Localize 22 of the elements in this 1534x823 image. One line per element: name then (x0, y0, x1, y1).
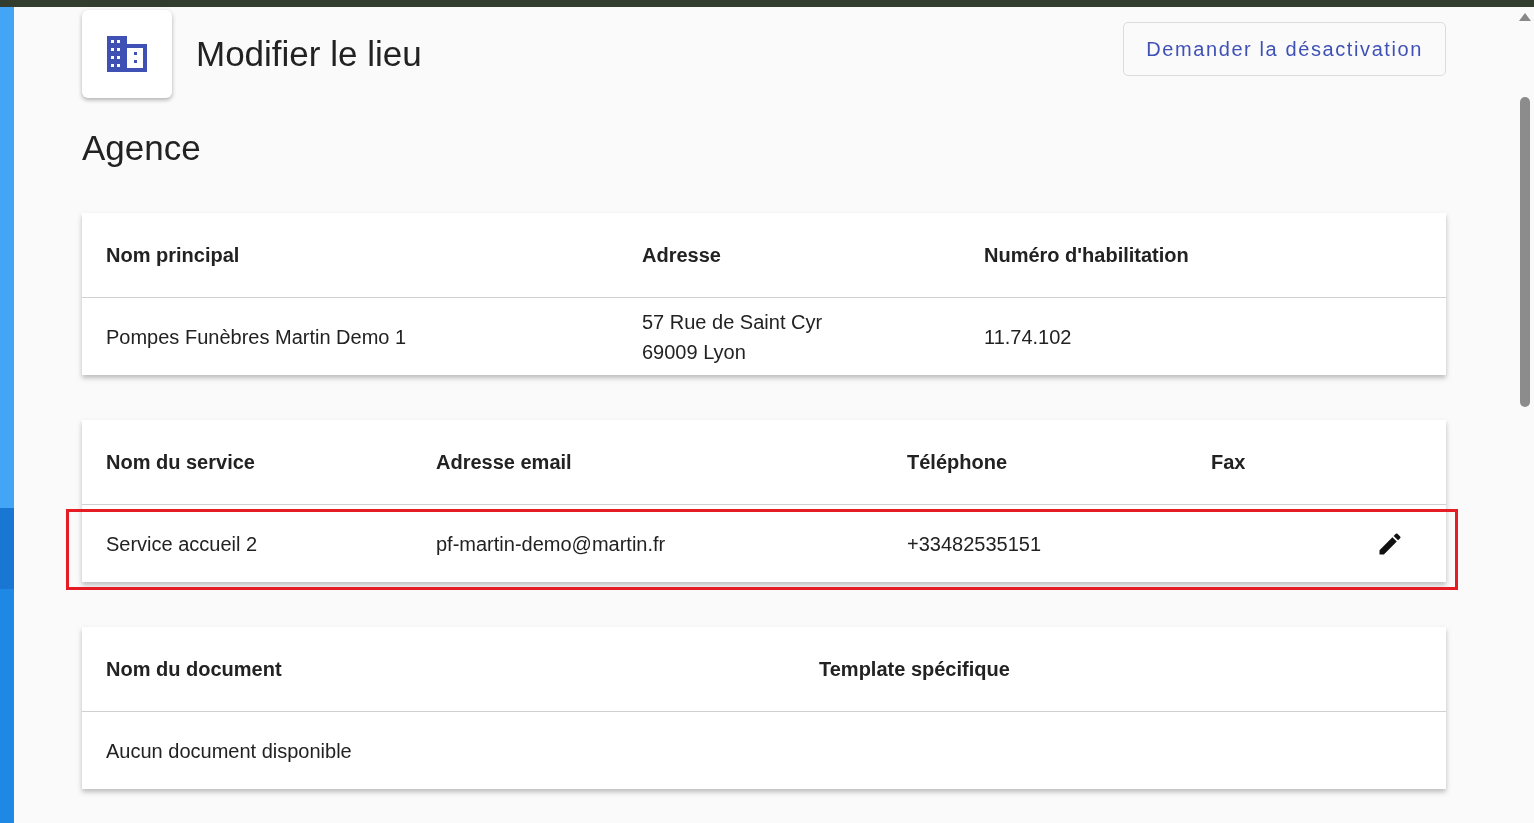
column-header: Adresse (642, 243, 722, 267)
column-header: Template spécifique (819, 657, 1011, 681)
table-cell-text: Pompes Funèbres Martin Demo 1 (106, 324, 408, 350)
table-cell-text: 57 Rue de Saint Cyr 69009 Lyon (642, 309, 824, 365)
column-header: Numéro d'habilitation (984, 243, 1190, 267)
column-header: Fax (1211, 450, 1247, 474)
table-cell-text: Service accueil 2 (106, 531, 259, 557)
column-header: Nom du document (106, 657, 283, 681)
section-title: Agence (82, 128, 202, 168)
column-header: Nom du service (106, 450, 256, 474)
table-cell-text: 11.74.102 (984, 324, 1073, 350)
column-header: Nom principal (106, 243, 241, 267)
table-cell-text: pf-martin-demo@martin.fr (436, 531, 667, 557)
empty-message: Aucun document disponible (106, 738, 353, 764)
column-header: Adresse email (436, 450, 573, 474)
deactivation-request-button[interactable]: Demander la désactivation (1123, 22, 1446, 76)
column-header: Téléphone (907, 450, 1008, 474)
building-icon (107, 36, 147, 72)
table-cell-text: +33482535151 (907, 531, 1043, 557)
page-title: Modifier le lieu (196, 34, 422, 74)
scrollbar-thumb[interactable] (1520, 97, 1530, 407)
scroll-up-icon[interactable] (1519, 13, 1531, 21)
